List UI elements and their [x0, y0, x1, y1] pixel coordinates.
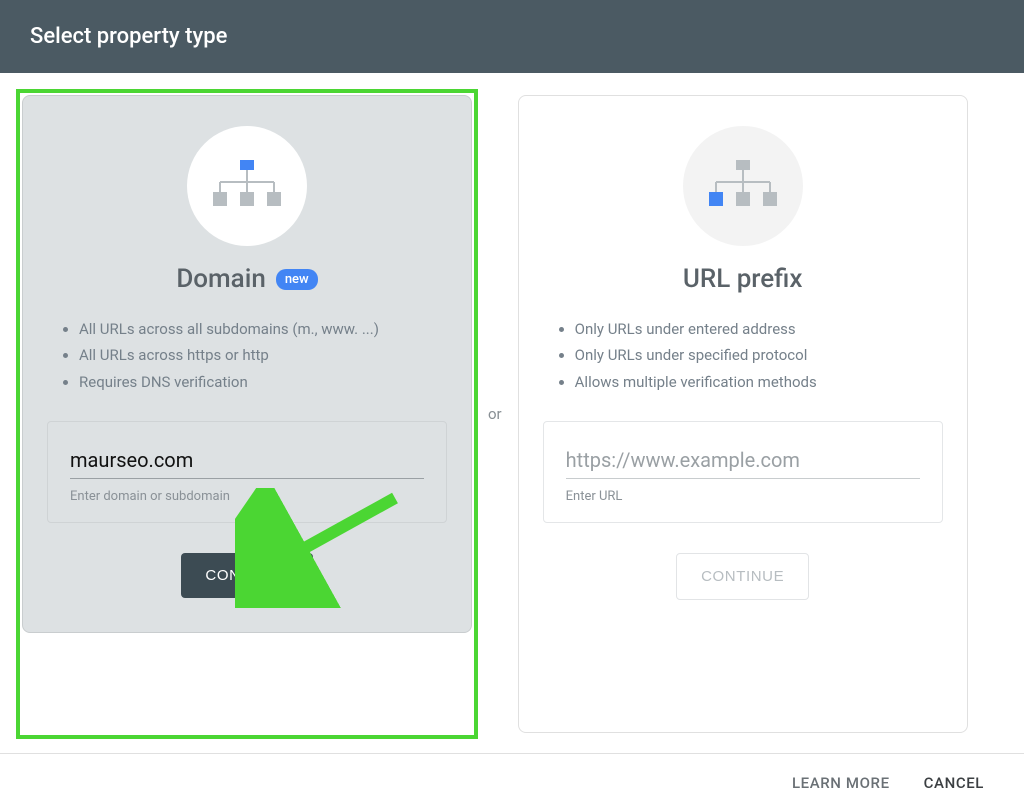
- domain-card-wrap: Domain new All URLs across all subdomain…: [22, 95, 472, 733]
- sitemap-icon: [708, 156, 778, 216]
- prefix-bullets: Only URLs under entered address Only URL…: [543, 316, 943, 395]
- list-item: Allows multiple verification methods: [575, 369, 943, 395]
- prefix-input-block: Enter URL: [543, 421, 943, 523]
- sitemap-icon: [212, 156, 282, 216]
- url-prefix-input[interactable]: [566, 446, 920, 479]
- domain-continue-button[interactable]: CONTINUE: [181, 553, 312, 598]
- domain-bullets: All URLs across all subdomains (m., www.…: [47, 316, 447, 395]
- learn-more-button[interactable]: LEARN MORE: [792, 774, 890, 792]
- prefix-title-row: URL prefix: [683, 264, 803, 294]
- domain-icon-circle: [187, 126, 307, 246]
- dialog: Select property type: [0, 0, 1024, 812]
- list-item: All URLs across all subdomains (m., www.…: [79, 316, 447, 342]
- prefix-icon-circle: [683, 126, 803, 246]
- domain-input[interactable]: [70, 446, 424, 479]
- domain-title: Domain: [176, 264, 266, 294]
- list-item: Only URLs under specified protocol: [575, 342, 943, 368]
- domain-input-hint: Enter domain or subdomain: [70, 489, 424, 504]
- domain-card[interactable]: Domain new All URLs across all subdomain…: [22, 95, 472, 633]
- domain-input-block: Enter domain or subdomain: [47, 421, 447, 523]
- list-item: All URLs across https or http: [79, 342, 447, 368]
- cancel-button[interactable]: CANCEL: [924, 774, 984, 792]
- dialog-header: Select property type: [0, 0, 1024, 73]
- list-item: Requires DNS verification: [79, 369, 447, 395]
- prefix-input-hint: Enter URL: [566, 489, 920, 504]
- list-item: Only URLs under entered address: [575, 316, 943, 342]
- dialog-title: Select property type: [30, 24, 227, 49]
- domain-title-row: Domain new: [176, 264, 317, 294]
- dialog-content: Domain new All URLs across all subdomain…: [0, 73, 1024, 753]
- prefix-continue-button: CONTINUE: [676, 553, 809, 600]
- url-prefix-card[interactable]: URL prefix Only URLs under entered addre…: [518, 95, 968, 733]
- dialog-footer: LEARN MORE CANCEL: [0, 753, 1024, 812]
- or-separator: or: [472, 405, 518, 423]
- prefix-title: URL prefix: [683, 264, 803, 294]
- new-badge: new: [276, 269, 318, 290]
